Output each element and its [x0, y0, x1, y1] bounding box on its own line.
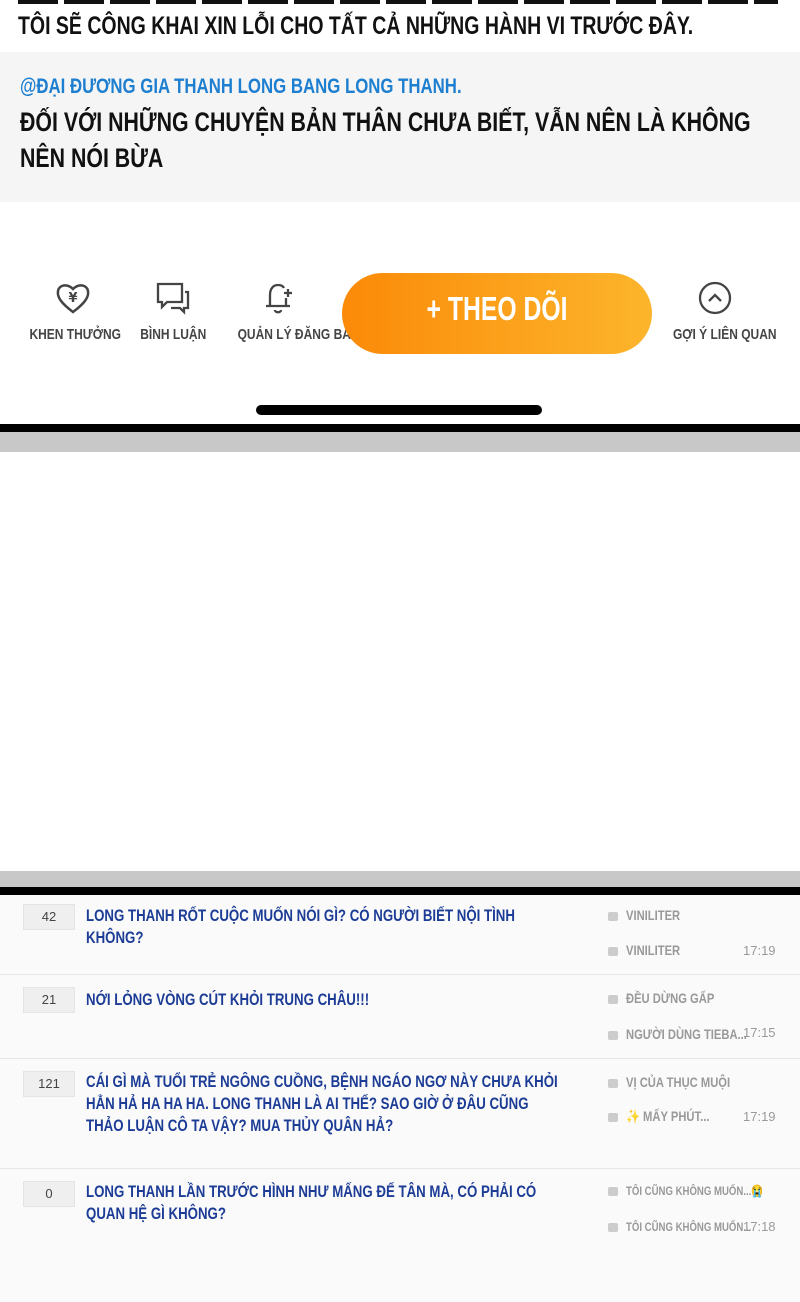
follow-button[interactable]: + THEO DÕI [342, 273, 652, 354]
comment-icon [608, 1030, 618, 1040]
thread-list: 42 LONG THANH RỐT CUỘC MUỐN NÓI GÌ? CÓ N… [0, 895, 800, 1302]
user-icon [608, 911, 618, 921]
clipped-text-line [18, 0, 778, 6]
manage-posts-label: QUẢN LÝ ĐĂNG BÀI [237, 326, 355, 343]
thread-author: TÔI CŨNG KHÔNG MUỐN...😭 [608, 1184, 798, 1198]
thread-time: 17:15 [743, 1025, 776, 1040]
thread-row[interactable]: 0 LONG THANH LẦN TRƯỚC HÌNH NHƯ MẤNG ĐẾ … [0, 1169, 800, 1302]
comment-icon [608, 1112, 618, 1122]
last-replier: ✨ MẤY PHÚT... [608, 1108, 730, 1125]
reply-count: 42 [23, 904, 75, 930]
thread-author: ĐỀU DỪNG GẤP [608, 990, 736, 1006]
reply-count: 121 [23, 1071, 75, 1097]
chevron-up-circle-icon [697, 280, 733, 316]
comment-icon [608, 946, 618, 956]
thread-author: VINILITER [608, 907, 694, 923]
thread-author: VỊ CỦA THỤC MUỘI [608, 1074, 756, 1090]
reply-text: ĐỐI VỚI NHỮNG CHUYỆN BẢN THÂN CHƯA BIẾT,… [20, 107, 751, 173]
comment-icon [608, 1223, 618, 1233]
divider [0, 424, 800, 432]
thread-title[interactable]: LONG THANH RỐT CUỘC MUỐN NÓI GÌ? CÓ NGƯỜ… [86, 905, 562, 949]
mention-link[interactable]: @ĐẠI ĐƯƠNG GIA THANH LONG BANG LONG THAN… [20, 75, 462, 99]
reply-count: 0 [23, 1181, 75, 1207]
user-icon [608, 1078, 618, 1088]
thread-row[interactable]: 121 CÁI GÌ MÀ TUỔI TRẺ NGÔNG CUỒNG, BỆNH… [0, 1059, 800, 1169]
thread-title[interactable]: NỚI LỎNG VÒNG CÚT KHỎI TRUNG CHÂU!!! [86, 989, 562, 1011]
thread-time: 17:19 [743, 943, 776, 958]
last-replier: VINILITER [608, 942, 694, 958]
thread-time: 17:18 [743, 1219, 776, 1234]
divider [0, 887, 800, 895]
divider [0, 871, 800, 887]
comment-button[interactable]: BÌNH LUẬN [118, 280, 228, 344]
follow-label: + THEO DÕI [426, 289, 568, 327]
thread-time: 17:19 [743, 1109, 776, 1124]
svg-text:¥: ¥ [68, 291, 77, 306]
user-icon [608, 1187, 618, 1197]
comment-icon [155, 280, 191, 316]
thread-row[interactable]: 42 LONG THANH RỐT CUỘC MUỐN NÓI GÌ? CÓ N… [0, 895, 800, 975]
thread-row[interactable]: 21 NỚI LỎNG VÒNG CÚT KHỎI TRUNG CHÂU!!! … [0, 975, 800, 1059]
divider [0, 432, 800, 452]
home-indicator [256, 405, 542, 415]
user-icon [608, 994, 618, 1004]
thread-title[interactable]: LONG THANH LẦN TRƯỚC HÌNH NHƯ MẤNG ĐẾ TÂ… [86, 1181, 562, 1225]
heart-yen-icon: ¥ [55, 280, 91, 316]
comment-label: BÌNH LUẬN [140, 326, 206, 343]
reward-button[interactable]: ¥ KHEN THƯỞNG [18, 280, 128, 344]
reward-label: KHEN THƯỞNG [29, 326, 121, 343]
thread-title[interactable]: CÁI GÌ MÀ TUỔI TRẺ NGÔNG CUỒNG, BỆNH NGÁ… [86, 1071, 562, 1137]
bell-plus-icon [260, 280, 296, 316]
related-label: GỢI Ý LIÊN QUAN [672, 326, 777, 343]
manage-posts-button[interactable]: QUẢN LÝ ĐĂNG BÀI [223, 280, 354, 344]
reply-count: 21 [23, 987, 75, 1013]
post-text: TÔI SẼ CÔNG KHAI XIN LỖI CHO TẤT CẢ NHỮN… [18, 12, 694, 40]
related-suggestions-button[interactable]: GỢI Ý LIÊN QUAN [660, 280, 777, 344]
